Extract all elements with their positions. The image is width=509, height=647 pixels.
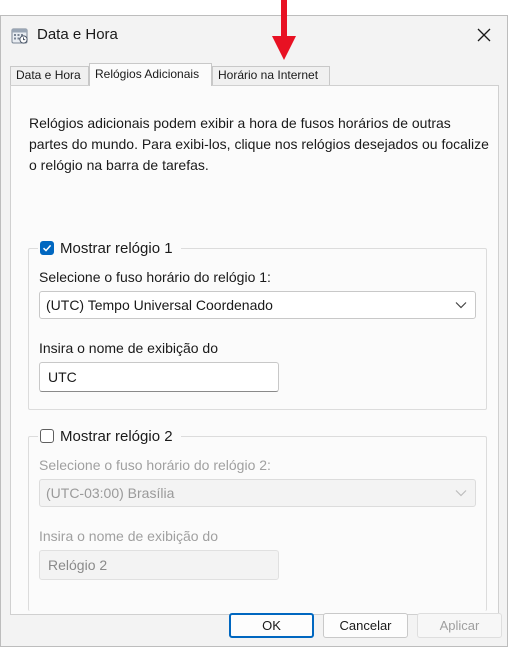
clock2-timezone-value: (UTC-03:00) Brasília — [46, 485, 175, 501]
tab-data-e-hora[interactable]: Data e Hora — [10, 66, 89, 85]
clock2-display-name-label: Insira o nome de exibição do — [39, 528, 218, 544]
tab-panel: Relógios adicionais podem exibir a hora … — [10, 85, 499, 615]
tab-label: Data e Hora — [16, 68, 81, 82]
show-clock1-checkbox[interactable] — [40, 241, 54, 255]
tab-label: Horário na Internet — [218, 68, 319, 82]
description-text: Relógios adicionais podem exibir a hora … — [29, 115, 489, 173]
dialog-title: Data e Hora — [37, 26, 118, 43]
chevron-down-icon — [455, 490, 467, 497]
ok-button[interactable]: OK — [229, 613, 314, 638]
calendar-clock-icon — [11, 27, 28, 44]
tab-horario-na-internet[interactable]: Horário na Internet — [212, 66, 330, 85]
close-icon — [477, 28, 491, 42]
clock2-legend: Mostrar relógio 2 — [38, 425, 181, 447]
clock2-group: Mostrar relógio 2 Selecione o fuso horár… — [28, 425, 487, 611]
chevron-down-icon — [455, 302, 467, 309]
tab-label: Relógios Adicionais — [95, 67, 200, 81]
show-clock2-label[interactable]: Mostrar relógio 2 — [60, 428, 173, 445]
clock2-timezone-label: Selecione o fuso horário do relógio 2: — [39, 457, 271, 473]
clock1-group: Mostrar relógio 1 Selecione o fuso horár… — [28, 237, 487, 410]
clock2-display-name-input[interactable]: Relógio 2 — [39, 550, 279, 580]
date-time-dialog: Data e Hora Data e Hora Relógios Adicion… — [0, 15, 508, 647]
title-bar: Data e Hora — [1, 16, 507, 54]
clock1-display-name-label: Insira o nome de exibição do — [39, 340, 218, 356]
cancel-button[interactable]: Cancelar — [323, 613, 408, 638]
show-clock2-checkbox[interactable] — [40, 429, 54, 443]
red-down-arrow-icon — [272, 0, 296, 60]
checkmark-icon — [42, 244, 52, 252]
clock1-legend: Mostrar relógio 1 — [38, 237, 181, 259]
clock1-timezone-select[interactable]: (UTC) Tempo Universal Coordenado — [39, 291, 476, 319]
apply-button[interactable]: Aplicar — [417, 613, 502, 638]
clock1-display-name-input[interactable]: UTC — [39, 362, 279, 392]
clock1-timezone-value: (UTC) Tempo Universal Coordenado — [46, 297, 273, 313]
clock1-timezone-label: Selecione o fuso horário do relógio 1: — [39, 269, 271, 285]
tab-relogios-adicionais[interactable]: Relógios Adicionais — [89, 63, 212, 86]
close-button[interactable] — [461, 16, 507, 54]
show-clock1-label[interactable]: Mostrar relógio 1 — [60, 240, 173, 257]
clock2-timezone-select[interactable]: (UTC-03:00) Brasília — [39, 479, 476, 507]
